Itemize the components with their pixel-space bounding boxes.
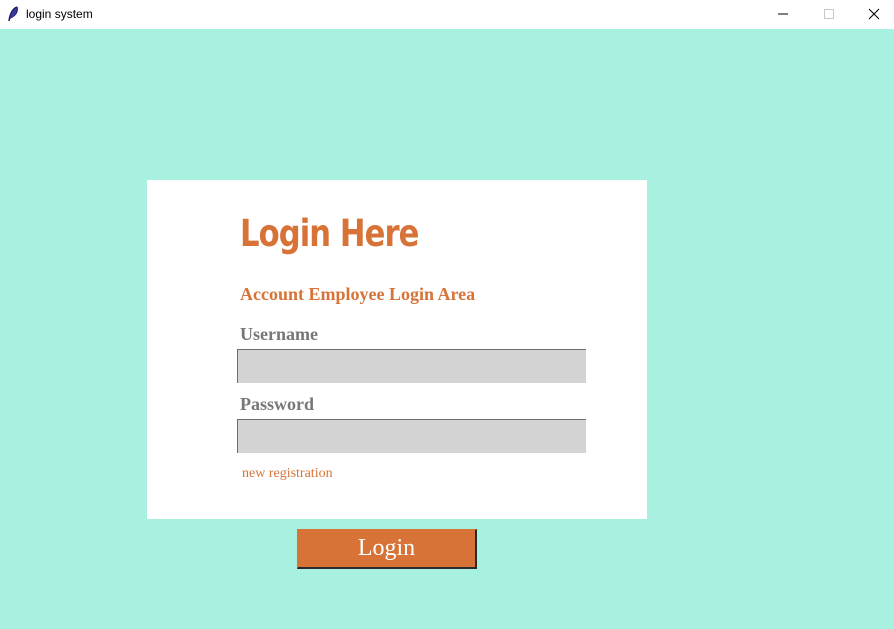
feather-icon: [7, 6, 19, 22]
minimize-icon: [777, 5, 789, 24]
new-registration-link[interactable]: new registration: [242, 466, 333, 482]
close-button[interactable]: [851, 0, 894, 29]
maximize-icon: [823, 5, 835, 24]
window-title: login system: [26, 7, 93, 21]
page-title: Login Here: [240, 212, 419, 255]
password-input[interactable]: [237, 419, 586, 453]
login-card: Login Here Account Employee Login Area U…: [147, 180, 647, 519]
username-label: Username: [240, 324, 318, 344]
password-label: Password: [240, 394, 315, 414]
username-input[interactable]: [237, 349, 586, 383]
login-area-subtitle: Account Employee Login Area: [240, 284, 476, 304]
minimize-button[interactable]: [760, 0, 806, 29]
maximize-button[interactable]: [806, 0, 852, 29]
login-button[interactable]: Login: [297, 529, 477, 569]
title-bar: login system: [0, 0, 894, 29]
close-icon: [868, 5, 880, 24]
